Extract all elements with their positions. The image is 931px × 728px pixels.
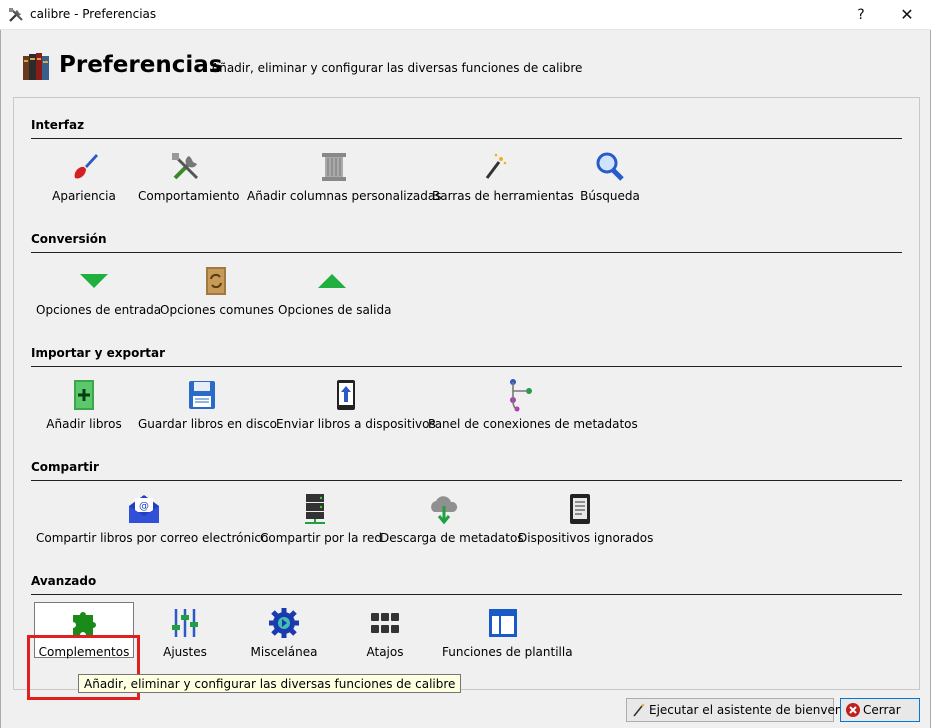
calibre-books-icon xyxy=(23,53,49,80)
cloud-download-icon xyxy=(431,496,458,525)
pref-busqueda[interactable]: Búsqueda xyxy=(570,148,650,208)
section-title-importar: Importar y exportar xyxy=(31,346,166,360)
section-title-avanzado: Avanzado xyxy=(31,574,97,588)
close-label: Cerrar xyxy=(863,703,901,717)
pref-comportamiento[interactable]: Comportamiento xyxy=(138,148,240,208)
section-title-interfaz: Interfaz xyxy=(31,118,85,132)
pref-apariencia[interactable]: Apariencia xyxy=(44,148,124,208)
pref-label: Opciones de entrada xyxy=(36,303,162,317)
pref-miscelanea[interactable]: Miscelánea xyxy=(243,604,325,664)
pref-opciones-salida[interactable]: Opciones de salida xyxy=(278,262,392,322)
paintbrush-icon xyxy=(74,154,98,179)
help-button[interactable]: ? xyxy=(838,0,884,30)
send-device-icon xyxy=(337,380,355,410)
pref-label: Dispositivos ignorados xyxy=(518,531,654,545)
pref-label: Miscelánea xyxy=(250,645,318,659)
pref-label: Compartir por la red xyxy=(260,531,382,545)
server-icon xyxy=(305,494,325,524)
pref-descarga-metadatos[interactable]: Descarga de metadatos xyxy=(380,490,524,550)
section-divider xyxy=(31,594,902,595)
tooltip: Añadir, eliminar y configurar las divers… xyxy=(78,674,462,693)
pref-label: Panel de conexiones de metadatos xyxy=(428,417,638,431)
section-divider xyxy=(31,138,902,139)
pref-atajos[interactable]: Atajos xyxy=(347,604,423,664)
pref-compartir-correo[interactable]: @ Compartir libros por correo electrónic… xyxy=(36,490,269,550)
pref-label: Añadir columnas personalizadas xyxy=(247,189,442,203)
magic-wand-icon xyxy=(485,153,507,179)
arrow-down-icon xyxy=(80,274,108,288)
pref-enviar-libros[interactable]: Enviar libros a dispositivos xyxy=(276,376,436,436)
pref-label: Atajos xyxy=(366,645,404,659)
template-icon xyxy=(489,609,517,637)
pref-barras[interactable]: Barras de herramientas xyxy=(432,148,574,208)
column-icon xyxy=(322,153,346,181)
pref-label: Apariencia xyxy=(52,189,116,203)
email-icon: @ xyxy=(129,495,159,523)
window-title: calibre - Preferencias xyxy=(30,7,157,21)
floppy-icon xyxy=(189,381,215,409)
pref-compartir-red[interactable]: Compartir por la red xyxy=(260,490,382,550)
convert-icon xyxy=(206,267,226,295)
pref-label: Compartir libros por correo electrónico xyxy=(36,531,269,545)
tools-icon xyxy=(172,153,199,180)
page-title: Preferencias xyxy=(59,52,223,78)
window-close-button[interactable]: ✕ xyxy=(884,0,930,30)
pref-panel-conexiones[interactable]: Panel de conexiones de metadatos xyxy=(428,376,638,436)
page-subtitle: Añadir, eliminar y configurar las divers… xyxy=(211,61,583,75)
pref-label: Ajustes xyxy=(163,645,207,659)
title-bar: calibre - Preferencias ? ✕ xyxy=(0,0,931,30)
magic-wand-icon xyxy=(633,703,645,717)
keyboard-icon xyxy=(371,613,399,633)
close-button[interactable]: Cerrar xyxy=(840,698,920,722)
pref-label: Funciones de plantilla xyxy=(442,645,573,659)
preferences-window: Preferencias Añadir, eliminar y configur… xyxy=(0,30,931,728)
pref-ajustes[interactable]: Ajustes xyxy=(147,604,223,664)
pref-label: Añadir libros xyxy=(46,417,122,431)
section-divider xyxy=(31,366,902,367)
pref-opciones-entrada[interactable]: Opciones de entrada xyxy=(36,262,162,322)
pref-label: Opciones comunes xyxy=(160,303,274,317)
pref-label: Enviar libros a dispositivos xyxy=(276,417,436,431)
pref-dispositivos-ignorados[interactable]: Dispositivos ignorados xyxy=(518,490,654,550)
device-icon xyxy=(570,494,590,524)
pref-label: Comportamiento xyxy=(138,189,240,203)
pref-label: Búsqueda xyxy=(580,189,640,203)
pref-label: Descarga de metadatos xyxy=(380,531,524,545)
svg-text:@: @ xyxy=(139,501,149,512)
gear-icon xyxy=(269,608,299,638)
search-icon xyxy=(596,152,624,181)
pref-anadir-libros[interactable]: Añadir libros xyxy=(44,376,124,436)
pref-opciones-comunes[interactable]: Opciones comunes xyxy=(160,262,274,322)
section-divider xyxy=(31,252,902,253)
pref-funciones-plantilla[interactable]: Funciones de plantilla xyxy=(442,604,573,664)
pref-label: Opciones de salida xyxy=(278,303,392,317)
section-title-compartir: Compartir xyxy=(31,460,99,474)
calibre-tools-icon xyxy=(9,8,23,22)
pref-label: Barras de herramientas xyxy=(432,189,574,203)
section-title-conversion: Conversión xyxy=(31,232,107,246)
add-book-icon xyxy=(74,380,94,410)
close-circle-icon xyxy=(846,703,860,717)
welcome-wizard-label: Ejecutar el asistente de bienvenida xyxy=(649,703,861,717)
plugboard-icon xyxy=(510,379,532,412)
sliders-icon xyxy=(172,609,198,637)
section-divider xyxy=(31,480,902,481)
preferences-panel: Interfaz Apariencia Comportamiento Añadi… xyxy=(13,97,920,700)
arrow-up-icon xyxy=(318,274,346,288)
pref-guardar-libros[interactable]: Guardar libros en disco xyxy=(138,376,278,436)
pref-label: Guardar libros en disco xyxy=(138,417,278,431)
welcome-wizard-button[interactable]: Ejecutar el asistente de bienvenida xyxy=(626,698,861,722)
pref-columnas[interactable]: Añadir columnas personalizadas xyxy=(247,148,442,208)
